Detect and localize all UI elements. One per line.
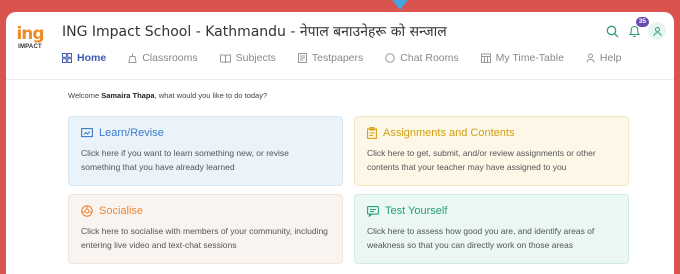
presentation-icon [81,127,93,137]
nav-label: My Time-Table [495,52,564,64]
test-yourself-card[interactable]: Test Yourself Click here to assess how g… [354,194,629,264]
socialise-card[interactable]: Socialise Click here to socialise with m… [68,194,343,264]
notification-badge: 35 [635,17,649,27]
welcome-message: Welcome Samaira Thapa, what would you li… [68,91,268,100]
bell-icon[interactable]: 35 [626,17,649,39]
header: ing IMPACT ING Impact School - Kathmandu… [6,12,674,80]
socialise-icon [81,205,93,217]
testpaper-icon [297,53,307,63]
nav-label: Home [77,52,107,64]
classroom-icon [128,53,137,63]
app-logo[interactable]: ing IMPACT [16,26,44,56]
search-icon[interactable] [604,23,620,39]
page-title: ING Impact School - Kathmandu - नेपाल बन… [62,24,447,40]
calendar-icon [480,53,491,63]
main-nav: Home Classrooms Subjects Testpapers Chat… [62,52,644,64]
top-background-bar [0,0,680,12]
nav-label: Testpapers [311,52,364,64]
main-panel: ing IMPACT ING Impact School - Kathmandu… [6,12,674,274]
caret-pointer [392,0,408,10]
card-description: Click here to get, submit, and/or review… [367,148,596,172]
nav-item-subjects[interactable]: Subjects [219,52,276,64]
card-description: Click here to socialise with members of … [81,226,328,250]
assignments-card[interactable]: Assignments and Contents Click here to g… [354,116,629,186]
nav-label: Subjects [235,52,276,64]
card-title: Test Yourself [385,205,448,217]
avatar[interactable] [648,22,666,40]
card-title: Learn/Revise [99,127,164,139]
card-description: Click here to assess how good you are, a… [367,226,595,250]
home-grid-icon [62,53,72,63]
nav-item-help[interactable]: Help [586,52,622,64]
nav-item-chat-rooms[interactable]: Chat Rooms [385,52,459,64]
logo-mark: ing [16,24,44,44]
nav-item-time-table[interactable]: My Time-Table [480,52,564,64]
learn-revise-card[interactable]: Learn/Revise Click here if you want to l… [68,116,343,186]
header-actions: 35 [604,17,666,40]
book-icon [219,54,231,63]
nav-label: Help [599,52,622,64]
nav-item-testpapers[interactable]: Testpapers [297,52,364,64]
nav-item-classrooms[interactable]: Classrooms [128,52,198,64]
assignment-icon [367,127,377,139]
nav-item-home[interactable]: Home [62,52,106,64]
logo-word: IMPACT [18,44,42,50]
card-title: Assignments and Contents [383,127,515,139]
help-person-icon [586,53,595,63]
nav-label: Chat Rooms [400,52,459,64]
card-description: Click here if you want to learn somethin… [81,148,289,172]
nav-label: Classrooms [142,52,198,64]
test-icon [367,205,379,217]
card-title: Socialise [99,205,144,217]
chat-icon [385,53,395,63]
user-name: Samaira Thapa [101,91,155,100]
